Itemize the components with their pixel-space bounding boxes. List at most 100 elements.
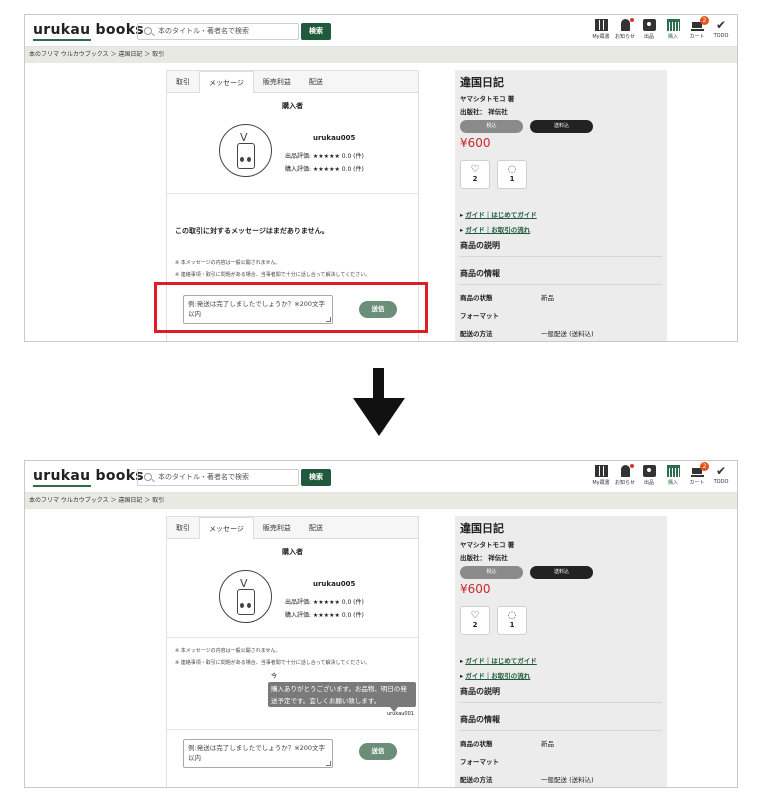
like-count: 2	[472, 621, 478, 629]
buyer-username[interactable]: urukau005	[313, 580, 355, 588]
search-placeholder: 本のタイトル・著者名で検索	[158, 473, 249, 481]
book-price: ¥600	[460, 582, 491, 596]
search-placeholder: 本のタイトル・著者名で検索	[158, 27, 249, 35]
price-pills: 税込 送料込	[460, 566, 600, 579]
nav-label: お知らせ	[615, 34, 635, 40]
nav-label: 出品	[643, 480, 654, 486]
message-sender: urukau001	[387, 711, 414, 717]
search-button[interactable]: 検索	[301, 469, 331, 486]
nav-my-books[interactable]: My蔵書	[589, 18, 613, 45]
avatar-mark: V	[240, 577, 248, 590]
book-publisher: 出版社： 祥伝社	[460, 554, 508, 562]
nav-label: My蔵書	[592, 34, 610, 40]
privacy-note: ※ 本メッセージの内容は一般公開されません。	[175, 648, 281, 654]
tax-badge: 税込	[460, 120, 523, 133]
info-key: 商品の状態	[460, 740, 493, 748]
avatar-mark: V	[240, 131, 248, 144]
basket-icon	[666, 19, 680, 31]
down-arrow-head	[353, 398, 405, 436]
camera-icon	[642, 19, 656, 31]
send-button[interactable]: 送信	[359, 743, 397, 760]
search-input[interactable]: 本のタイトル・著者名で検索	[137, 23, 299, 40]
search-button[interactable]: 検索	[301, 23, 331, 40]
description-heading: 商品の説明	[460, 240, 662, 257]
cart-badge: 2	[700, 16, 709, 25]
empty-message: この取引に対するメッセージはまだありません。	[175, 227, 329, 235]
avatar: V	[219, 570, 272, 623]
site-logo[interactable]: urukau books	[33, 468, 144, 487]
nav-todo[interactable]: ✔ TODO	[709, 464, 733, 491]
nav-notifications[interactable]: お知らせ	[613, 18, 637, 45]
nav-label: カート	[689, 480, 705, 486]
tab-profit[interactable]: 販売利益	[254, 71, 300, 92]
heart-icon: ♡	[470, 610, 480, 621]
avatar: V	[219, 124, 272, 177]
nav-notifications[interactable]: お知らせ	[613, 464, 637, 491]
nav-label: カート	[689, 34, 705, 40]
site-logo[interactable]: urukau books	[33, 22, 144, 41]
tab-bar: 取引 メッセージ 販売利益 配送	[167, 71, 418, 93]
book-author[interactable]: ヤマシタトモコ 著	[460, 93, 662, 103]
tab-bar: 取引 メッセージ 販売利益 配送	[167, 517, 418, 539]
avatar-eye	[247, 157, 251, 162]
nav-sell[interactable]: 出品	[637, 464, 661, 491]
shipping-badge: 送料込	[530, 566, 593, 579]
tab-message[interactable]: メッセージ	[199, 517, 254, 539]
tab-shipping[interactable]: 配送	[300, 517, 332, 538]
nav-label: 購入	[667, 34, 678, 40]
basket-icon	[666, 465, 680, 477]
divider	[167, 193, 418, 194]
book-author[interactable]: ヤマシタトモコ 著	[460, 539, 662, 549]
message-bubble: 購入ありがとうございます。お品物、明日の発送予定です。宜しくお願い致します。	[268, 682, 416, 712]
sell-rating: 出品評価: ★★★★★ 0.0 (件)	[285, 599, 364, 606]
book-price: ¥600	[460, 136, 491, 150]
tab-shipping[interactable]: 配送	[300, 71, 332, 92]
comment-count: 1	[509, 621, 515, 629]
breadcrumb[interactable]: 本のフリマ ウルカウブックス ＞ 違国日記 ＞ 取引	[25, 47, 737, 63]
nav-purchase[interactable]: 購入	[661, 464, 685, 491]
shipping-badge: 送料込	[530, 120, 593, 133]
tab-transaction[interactable]: 取引	[167, 71, 199, 92]
guide-link-beginner[interactable]: ガイド｜はじめてガイド	[460, 655, 537, 665]
tab-transaction[interactable]: 取引	[167, 517, 199, 538]
nav-cart[interactable]: 2 カート	[685, 16, 709, 45]
bell-icon	[620, 464, 634, 477]
divider	[167, 729, 418, 730]
message-input[interactable]: 例:発送は完了しましたでしょうか？※200文字以内	[183, 739, 333, 768]
nav-my-books[interactable]: My蔵書	[589, 464, 613, 491]
comment-button[interactable]: ◌ 1	[497, 160, 527, 189]
guide-link-beginner[interactable]: ガイド｜はじめてガイド	[460, 209, 537, 219]
search-input[interactable]: 本のタイトル・著者名で検索	[137, 469, 299, 486]
info-key: フォーマット	[460, 312, 499, 320]
nav-label: TODO	[713, 33, 729, 39]
bell-icon	[620, 18, 634, 31]
highlight-box	[154, 282, 428, 333]
nav-cart[interactable]: 2 カート	[685, 462, 709, 491]
tab-message[interactable]: メッセージ	[199, 71, 254, 93]
buy-rating: 購入評価: ★★★★★ 0.0 (件)	[285, 612, 364, 619]
check-icon: ✔	[715, 464, 727, 478]
nav-todo[interactable]: ✔ TODO	[709, 18, 733, 45]
message-time: 今	[271, 673, 278, 680]
buyer-username[interactable]: urukau005	[313, 134, 355, 142]
nav-purchase[interactable]: 購入	[661, 18, 685, 45]
like-count: 2	[472, 175, 478, 183]
avatar-eye	[247, 603, 251, 608]
comment-button[interactable]: ◌ 1	[497, 606, 527, 635]
bookshelf-icon	[594, 19, 608, 31]
comment-icon: ◌	[507, 610, 517, 621]
nav-sell[interactable]: 出品	[637, 18, 661, 45]
like-button[interactable]: ♡ 2	[460, 160, 490, 189]
like-button[interactable]: ♡ 2	[460, 606, 490, 635]
tab-profit[interactable]: 販売利益	[254, 517, 300, 538]
heart-icon: ♡	[470, 164, 480, 175]
breadcrumb[interactable]: 本のフリマ ウルカウブックス ＞ 違国日記 ＞ 取引	[25, 493, 737, 509]
guide-link-flow[interactable]: ガイド｜お取引の流れ	[460, 670, 530, 680]
info-value: 新品	[541, 740, 554, 748]
nav-label: 出品	[643, 34, 654, 40]
info-key: 配送の方法	[460, 776, 493, 784]
buy-rating: 購入評価: ★★★★★ 0.0 (件)	[285, 166, 364, 173]
guide-link-flow[interactable]: ガイド｜お取引の流れ	[460, 224, 530, 234]
cart-badge: 2	[700, 462, 709, 471]
comment-count: 1	[509, 175, 515, 183]
